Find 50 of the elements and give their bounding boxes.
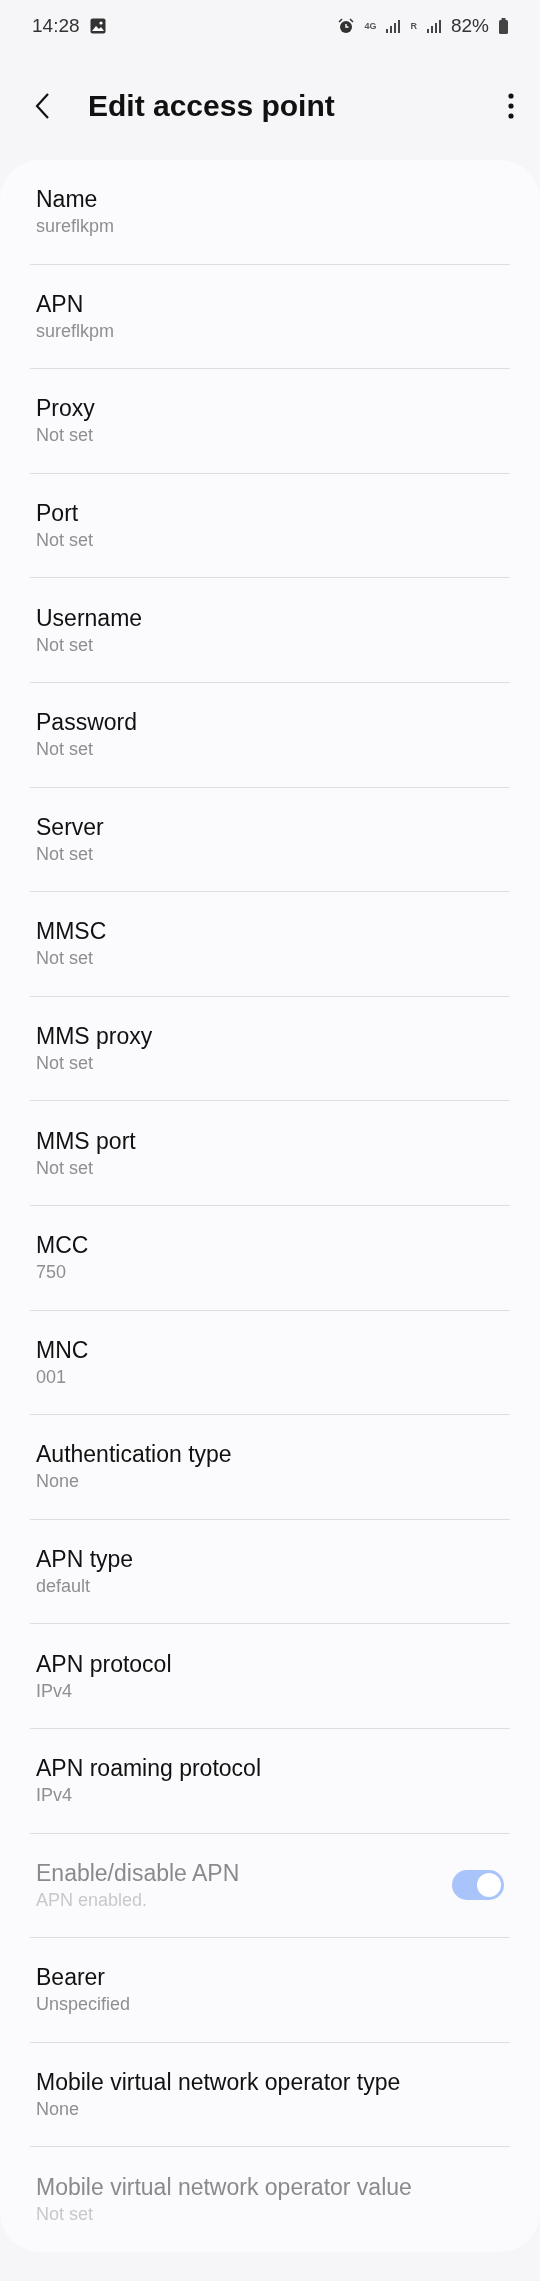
setting-value: Unspecified [36, 1994, 132, 2016]
setting-value: 750 [36, 1262, 68, 1284]
setting-title: Enable/disable APN [36, 1859, 241, 1887]
setting-title[interactable]: MMS port [36, 1127, 504, 1155]
setting-title[interactable]: Password [36, 709, 504, 737]
setting-value: Not set [36, 634, 95, 656]
signal-icon [426, 19, 441, 33]
setting-value: None [36, 1471, 81, 1493]
clock: 14:28 [32, 15, 80, 37]
setting-title[interactable]: Bearer [36, 1964, 504, 1992]
alarm-icon [338, 18, 355, 34]
setting-title[interactable]: MMS proxy [36, 1023, 504, 1051]
setting-value: IPv4 [36, 1680, 74, 1702]
page-title: Edit access point [88, 89, 336, 123]
setting-value: default [36, 1576, 92, 1597]
setting-value: sureflkpm [36, 216, 116, 238]
network-type: 4G [364, 21, 377, 31]
setting-title[interactable]: MNC [36, 1336, 504, 1364]
setting-value: Not set [36, 425, 95, 447]
image-icon [89, 18, 106, 34]
setting-title[interactable]: APN roaming protocol [36, 1755, 504, 1783]
setting-value: None [36, 2099, 81, 2120]
setting-title[interactable]: APN [36, 290, 504, 318]
back-icon [34, 92, 50, 120]
setting-title[interactable]: Server [36, 813, 504, 841]
roaming-indicator: R [410, 21, 417, 31]
signal-icon [386, 19, 401, 33]
battery-icon [499, 18, 508, 34]
setting-value: sureflkpm [36, 320, 116, 342]
setting-title[interactable]: Authentication type [36, 1441, 504, 1469]
setting-title[interactable]: Proxy [36, 395, 504, 423]
setting-value: Not set [36, 948, 95, 970]
battery-percent: 82% [450, 15, 489, 37]
setting-value: Not set [36, 1157, 95, 1179]
setting-title[interactable]: Mobile virtual network operator type [36, 2069, 504, 2096]
setting-title[interactable]: Name [36, 186, 504, 214]
setting-value: Not set [36, 843, 95, 865]
setting-value: IPv4 [36, 1785, 74, 1807]
setting-value: Not set [36, 530, 95, 552]
setting-title[interactable]: APN type [36, 1546, 504, 1573]
setting-title[interactable]: MMSC [36, 918, 504, 946]
setting-title[interactable]: Port [36, 500, 504, 528]
more-options-icon [508, 93, 514, 119]
setting-value: Not set [36, 739, 95, 761]
setting-title[interactable]: Username [36, 604, 504, 632]
setting-value: Not set [36, 1053, 95, 1075]
setting-value: 001 [36, 1366, 68, 1388]
setting-title: Mobile virtual network operator value [36, 2174, 413, 2202]
setting-title[interactable]: MCC [36, 1232, 504, 1260]
setting-title[interactable]: APN protocol [36, 1650, 504, 1678]
